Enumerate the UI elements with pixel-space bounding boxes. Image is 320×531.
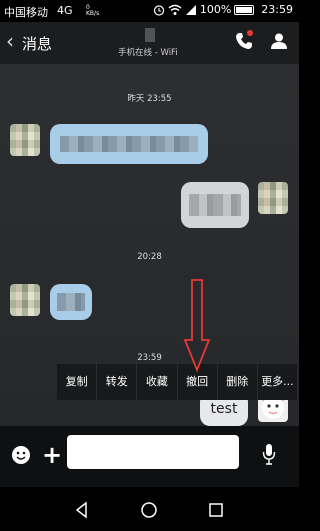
android-navigation-bar bbox=[0, 487, 299, 531]
status-clock: 23:59 bbox=[261, 3, 293, 16]
back-button[interactable]: 消息 bbox=[22, 33, 52, 54]
incoming-message-bubble[interactable] bbox=[50, 124, 208, 164]
menu-item-forward[interactable]: 转发 bbox=[96, 364, 136, 400]
battery-icon bbox=[234, 4, 255, 15]
home-nav-icon[interactable] bbox=[140, 501, 158, 519]
timestamp: 23:59 bbox=[137, 353, 162, 363]
self-avatar[interactable] bbox=[258, 182, 288, 214]
alarm-icon bbox=[153, 4, 164, 16]
notification-dot bbox=[247, 30, 253, 36]
menu-item-delete[interactable]: 删除 bbox=[216, 364, 257, 400]
profile-icon[interactable] bbox=[270, 32, 288, 50]
online-status: 手机在线 - WiFi bbox=[118, 48, 178, 58]
timestamp: 20:28 bbox=[137, 252, 162, 262]
network-speed: 0 KB/s bbox=[86, 4, 100, 17]
wifi-icon bbox=[168, 4, 182, 15]
back-nav-icon[interactable] bbox=[73, 501, 91, 519]
battery-percent: 100% bbox=[199, 3, 232, 16]
back-icon[interactable]: ‹ bbox=[6, 30, 14, 52]
carrier-label: 中国移动 bbox=[4, 6, 48, 19]
menu-item-more[interactable]: 更多... bbox=[256, 364, 297, 400]
network-type: 4G bbox=[57, 4, 73, 17]
emoji-icon[interactable] bbox=[11, 445, 31, 465]
menu-item-favorite[interactable]: 收藏 bbox=[136, 364, 176, 400]
chat-area[interactable]: 昨天 23:55 20:28 23:59 test 复制 转发 收藏 撤回 删除… bbox=[0, 64, 299, 426]
message-context-menu: 复制 转发 收藏 撤回 删除 更多... bbox=[57, 364, 297, 400]
plus-icon[interactable]: + bbox=[42, 443, 62, 467]
contact-name-redacted bbox=[145, 28, 155, 42]
microphone-icon[interactable] bbox=[262, 443, 276, 465]
incoming-message-bubble[interactable] bbox=[50, 284, 92, 320]
status-bar: 中国移动 4G 0 KB/s 100% 23:59 bbox=[0, 0, 299, 22]
timestamp: 昨天 23:55 bbox=[127, 94, 172, 104]
contact-avatar[interactable] bbox=[10, 124, 40, 156]
chat-header: ‹ 消息 手机在线 - WiFi bbox=[0, 22, 299, 64]
redacted-text bbox=[189, 194, 241, 216]
redacted-text bbox=[60, 136, 198, 152]
menu-item-copy[interactable]: 复制 bbox=[57, 364, 96, 400]
redacted-text bbox=[57, 293, 85, 311]
outgoing-message-bubble[interactable] bbox=[181, 182, 249, 228]
signal-icon bbox=[185, 4, 196, 15]
contact-avatar[interactable] bbox=[10, 284, 40, 316]
recents-nav-icon[interactable] bbox=[207, 501, 225, 519]
annotation-arrow-icon bbox=[183, 279, 211, 372]
message-input[interactable] bbox=[67, 435, 239, 469]
input-bar: + bbox=[0, 426, 299, 487]
